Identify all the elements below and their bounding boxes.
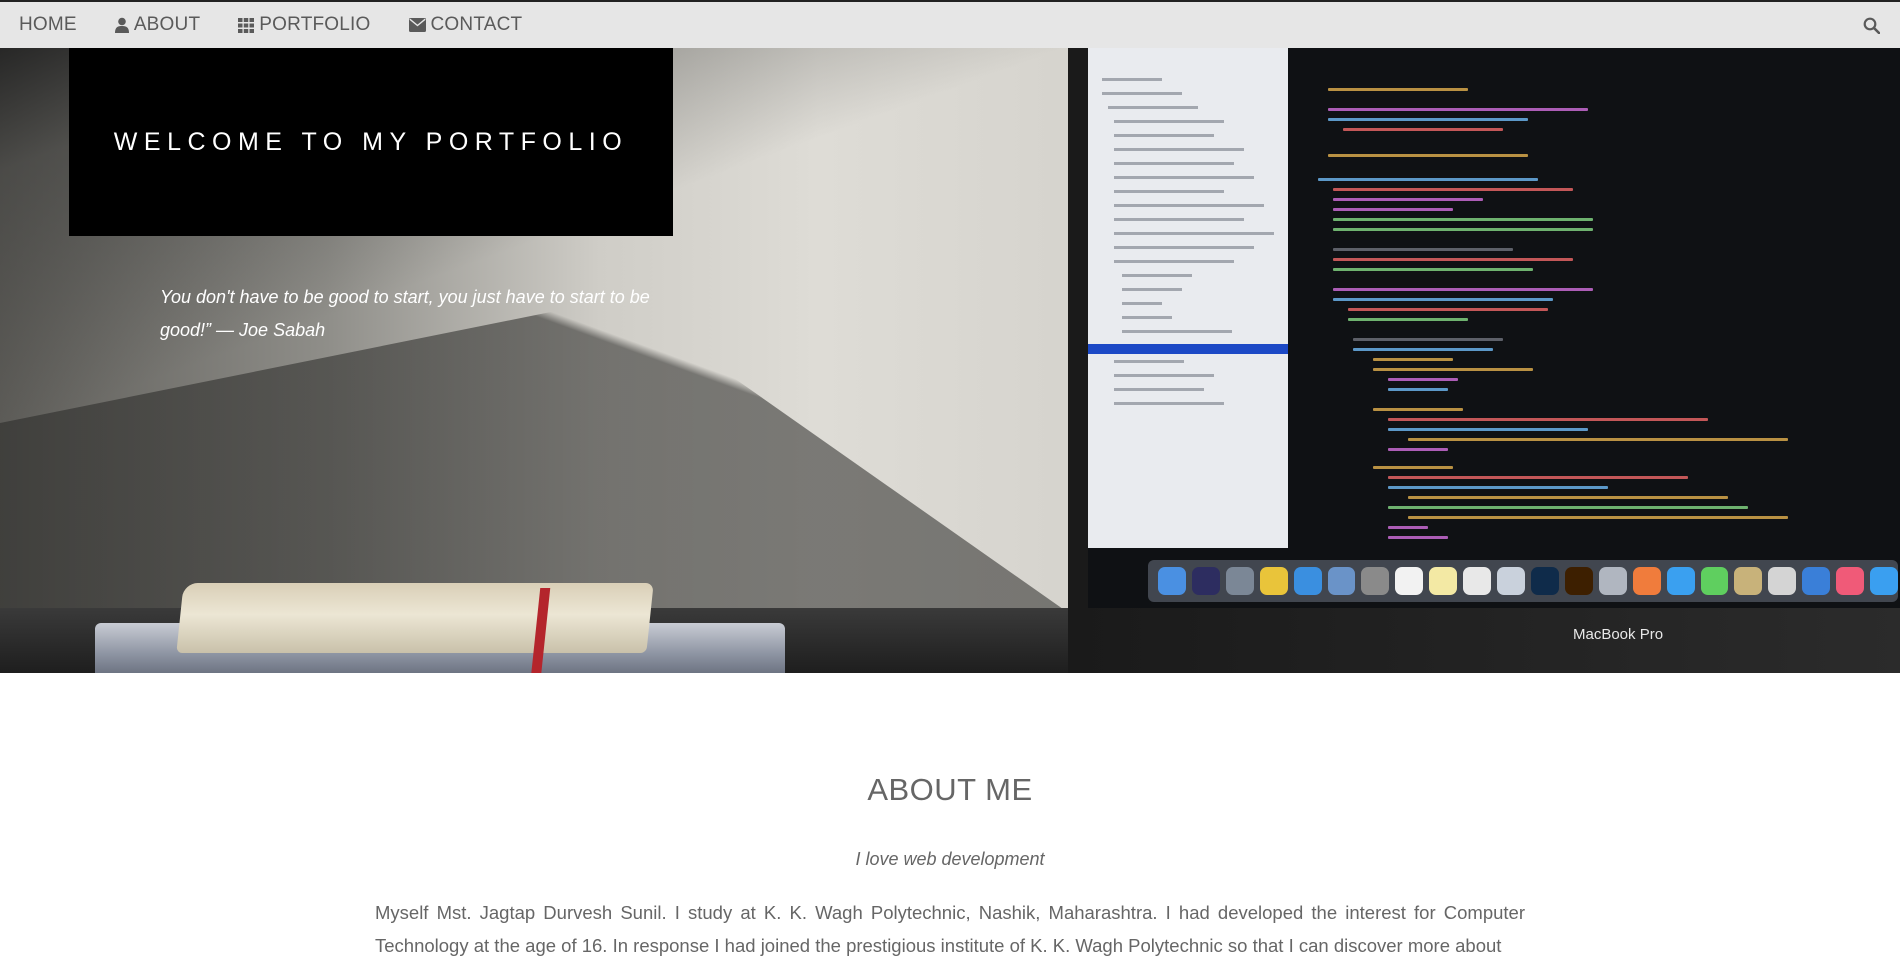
envelope-icon: [408, 18, 426, 32]
nav-portfolio-label: PORTFOLIO: [259, 14, 371, 35]
nav-home-label: HOME: [19, 14, 77, 35]
nav-contact-link[interactable]: CONTACT: [390, 2, 542, 48]
laptop-brand-label: MacBook Pro: [1573, 626, 1664, 643]
nav-about-link[interactable]: ABOUT: [96, 2, 219, 48]
grid-icon: [238, 17, 255, 33]
editor-file-tree: [1088, 48, 1288, 548]
welcome-box: WELCOME TO MY PORTFOLIO: [69, 48, 673, 236]
about-title: ABOUT ME: [867, 772, 1033, 807]
laptop-screen: [1088, 48, 1900, 608]
nav-about-label: ABOUT: [133, 14, 201, 35]
notebook-image: [176, 583, 654, 653]
top-navbar: HOME ABOUT PORTFOLIO CONTACT: [0, 0, 1900, 48]
search-button[interactable]: [1863, 2, 1880, 48]
nav-portfolio-link[interactable]: PORTFOLIO: [219, 2, 389, 48]
laptop-dock: [1148, 560, 1898, 602]
welcome-title: WELCOME TO MY PORTFOLIO: [113, 127, 629, 156]
search-icon: [1863, 17, 1880, 34]
about-subtitle: I love web development: [855, 849, 1045, 869]
hero-quote: You don't have to be good to start, you …: [160, 287, 650, 340]
user-icon: [114, 17, 129, 33]
about-body-text: Myself Mst. Jagtap Durvesh Sunil. I stud…: [375, 902, 1525, 956]
laptop-image: [1068, 48, 1900, 673]
nav-contact-label: CONTACT: [430, 14, 523, 35]
nav-home-link[interactable]: HOME: [0, 2, 96, 48]
